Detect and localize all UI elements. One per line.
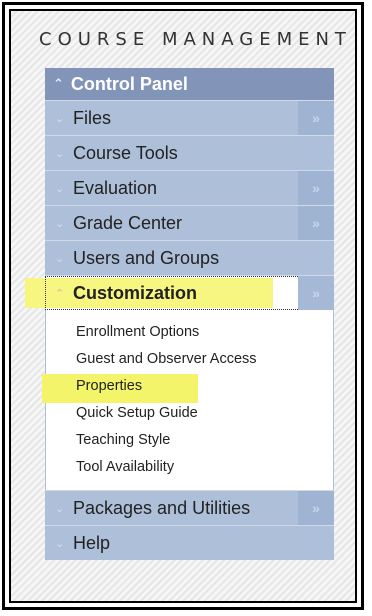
submenu-item-teaching-style[interactable]: Teaching Style	[46, 428, 333, 455]
expand-arrow-icon[interactable]: »	[298, 206, 334, 240]
menu-item-course-tools[interactable]: ⌄ Course Tools	[45, 135, 334, 170]
menu-item-label: Customization	[73, 282, 197, 303]
menu-item-label: Help	[73, 532, 111, 553]
expand-arrow-icon[interactable]: »	[298, 276, 334, 310]
submenu-item-guest-observer-access[interactable]: Guest and Observer Access	[46, 347, 333, 374]
menu-item-label: Files	[73, 107, 112, 128]
control-panel-menu: ⌃ Control Panel ⌄ Files » ⌄ Course Tools…	[25, 68, 334, 560]
menu-item-label: Course Tools	[73, 142, 178, 163]
menu-item-customization[interactable]: ⌃ Customization »	[25, 275, 334, 310]
chevron-down-icon: ⌄	[55, 182, 65, 195]
chevron-down-icon: ⌄	[55, 147, 65, 160]
expand-arrow-icon[interactable]: »	[298, 101, 334, 135]
menu-item-files[interactable]: ⌄ Files »	[45, 100, 334, 135]
menu-item-label: Evaluation	[73, 177, 158, 198]
chevron-down-icon: ⌄	[55, 252, 65, 265]
submenu-item-tool-availability[interactable]: Tool Availability	[46, 455, 333, 482]
menu-item-packages-and-utilities[interactable]: ⌄ Packages and Utilities »	[45, 490, 334, 525]
submenu-item-properties[interactable]: Properties	[42, 374, 333, 403]
course-management-heading: COURSE MANAGEMENT	[39, 29, 352, 50]
submenu-item-enrollment-options[interactable]: Enrollment Options	[46, 320, 333, 347]
control-panel-header[interactable]: ⌃ Control Panel	[45, 68, 334, 100]
control-panel-label: Control Panel	[70, 73, 188, 94]
menu-item-label: Packages and Utilities	[73, 497, 251, 518]
chevron-up-icon: ⌃	[55, 287, 65, 300]
expand-arrow-icon[interactable]: »	[298, 491, 334, 525]
chevron-down-icon: ⌄	[55, 502, 65, 515]
menu-item-help[interactable]: ⌄ Help	[45, 525, 334, 560]
menu-item-label: Users and Groups	[73, 247, 220, 268]
menu-item-grade-center[interactable]: ⌄ Grade Center »	[45, 205, 334, 240]
chevron-up-icon: ⌃	[53, 76, 64, 91]
chevron-down-icon: ⌄	[55, 112, 65, 125]
customization-submenu: Enrollment Options Guest and Observer Ac…	[42, 310, 334, 490]
expand-arrow-icon[interactable]: »	[298, 171, 334, 205]
submenu-item-quick-setup-guide[interactable]: Quick Setup Guide	[46, 401, 333, 428]
chevron-down-icon: ⌄	[55, 537, 65, 550]
menu-item-label: Grade Center	[73, 212, 183, 233]
menu-item-evaluation[interactable]: ⌄ Evaluation »	[45, 170, 334, 205]
chevron-down-icon: ⌄	[55, 217, 65, 230]
menu-item-users-and-groups[interactable]: ⌄ Users and Groups	[45, 240, 334, 275]
